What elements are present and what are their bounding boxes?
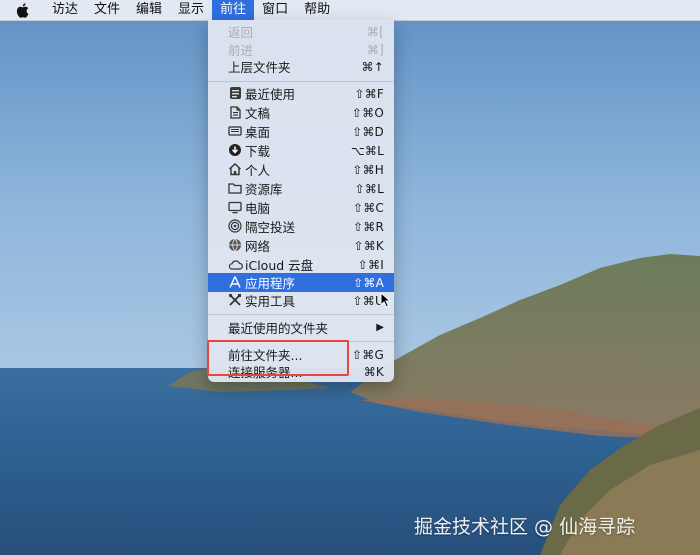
menu-item-downloads[interactable]: 下载 ⌥⌘L xyxy=(208,141,394,160)
menu-item-shortcut: ⇧⌘K xyxy=(353,238,384,253)
menu-item-label: 网络 xyxy=(245,239,271,254)
annotation-highlight-box xyxy=(207,340,349,376)
menu-item-label: 下载 xyxy=(245,144,271,159)
menu-window[interactable]: 窗口 xyxy=(254,0,296,20)
menu-item-shortcut: ⇧⌘D xyxy=(352,124,384,139)
library-icon xyxy=(227,180,243,196)
menu-file[interactable]: 文件 xyxy=(86,0,128,20)
menu-item-recent-folders[interactable]: 最近使用的文件夹 ▶ xyxy=(208,318,394,337)
menu-go[interactable]: 前往 xyxy=(212,0,255,20)
menu-item-back[interactable]: 返回 ⌘[ xyxy=(208,22,394,41)
menu-item-label: 个人 xyxy=(245,163,271,178)
menu-item-recents[interactable]: 最近使用 ⇧⌘F xyxy=(208,84,394,103)
home-icon xyxy=(227,161,243,177)
menu-item-label: 隔空投送 xyxy=(245,220,296,235)
menu-item-documents[interactable]: 文稿 ⇧⌘O xyxy=(208,103,394,122)
menu-item-shortcut: ⌥⌘L xyxy=(350,143,384,158)
menu-separator xyxy=(208,81,394,82)
documents-icon xyxy=(227,104,243,120)
network-icon xyxy=(227,237,243,253)
menu-item-shortcut: ⇧⌘L xyxy=(354,181,384,196)
menu-item-shortcut: ⇧⌘H xyxy=(352,162,384,177)
icloud-icon xyxy=(227,256,243,272)
go-menu-dropdown: 返回 ⌘[ 前进 ⌘] 上层文件夹 ⌘↑ 最近使用 ⇧⌘F 文稿 ⇧⌘O 桌面 … xyxy=(208,20,394,382)
menu-item-label: 应用程序 xyxy=(245,276,296,291)
desktop-icon xyxy=(227,123,243,139)
menu-view[interactable]: 显示 xyxy=(170,0,212,20)
menu-item-label: 返回 xyxy=(228,25,254,40)
menu-item-label: 电脑 xyxy=(245,201,271,216)
mouse-cursor-icon xyxy=(380,291,392,312)
watermark-text: 掘金技术社区 @ 仙海寻踪 xyxy=(414,516,636,538)
menu-edit[interactable]: 编辑 xyxy=(128,0,170,20)
menu-item-label: 资源库 xyxy=(245,182,283,197)
menu-bar: 访达 文件 编辑 显示 前往 窗口 帮助 xyxy=(0,0,700,21)
menu-item-label: 文稿 xyxy=(245,106,271,121)
menu-item-shortcut: ⌘↑ xyxy=(361,59,384,74)
menu-item-applications[interactable]: 应用程序 ⇧⌘A xyxy=(208,273,394,292)
menu-item-desktop[interactable]: 桌面 ⇧⌘D xyxy=(208,122,394,141)
menu-item-icloud-drive[interactable]: iCloud 云盘 ⇧⌘I xyxy=(208,255,394,274)
menu-finder[interactable]: 访达 xyxy=(44,0,86,20)
menu-item-shortcut: ⇧⌘I xyxy=(357,257,384,272)
menu-separator xyxy=(208,314,394,315)
menu-item-shortcut: ⇧⌘G xyxy=(352,347,384,362)
recents-icon xyxy=(227,85,243,101)
menu-item-airdrop[interactable]: 隔空投送 ⇧⌘R xyxy=(208,217,394,236)
menu-item-shortcut: ⌘] xyxy=(366,42,384,57)
menu-item-computer[interactable]: 电脑 ⇧⌘C xyxy=(208,198,394,217)
computer-icon xyxy=(227,199,243,215)
menu-item-shortcut: ⌘K xyxy=(363,364,384,379)
menu-item-label: 实用工具 xyxy=(245,294,296,309)
menu-item-network[interactable]: 网络 ⇧⌘K xyxy=(208,236,394,255)
menu-item-shortcut: ⇧⌘R xyxy=(353,219,384,234)
utilities-icon xyxy=(227,292,243,308)
applications-icon xyxy=(227,274,243,290)
menu-item-shortcut: ⇧⌘C xyxy=(352,200,384,215)
menu-item-label: 上层文件夹 xyxy=(228,60,291,75)
submenu-arrow-icon: ▶ xyxy=(376,322,384,333)
menu-item-shortcut: ⌘[ xyxy=(366,24,384,39)
menu-help[interactable]: 帮助 xyxy=(296,0,338,20)
menu-item-shortcut: ⇧⌘A xyxy=(353,275,384,290)
airdrop-icon xyxy=(227,218,243,234)
menu-item-label: 最近使用的文件夹 xyxy=(228,321,329,336)
downloads-icon xyxy=(227,142,243,158)
menu-item-enclosing-folder[interactable]: 上层文件夹 ⌘↑ xyxy=(208,57,394,76)
menu-item-label: 最近使用 xyxy=(245,87,296,102)
apple-logo-icon[interactable] xyxy=(16,2,30,18)
menu-item-home[interactable]: 个人 ⇧⌘H xyxy=(208,160,394,179)
menu-item-shortcut: ⇧⌘F xyxy=(354,86,384,101)
menu-item-shortcut: ⇧⌘O xyxy=(351,105,384,120)
menu-item-label: 桌面 xyxy=(245,125,271,140)
menu-item-label: iCloud 云盘 xyxy=(245,258,314,273)
menu-item-utilities[interactable]: 实用工具 ⇧⌘U xyxy=(208,291,394,310)
menu-item-library[interactable]: 资源库 ⇧⌘L xyxy=(208,179,394,198)
